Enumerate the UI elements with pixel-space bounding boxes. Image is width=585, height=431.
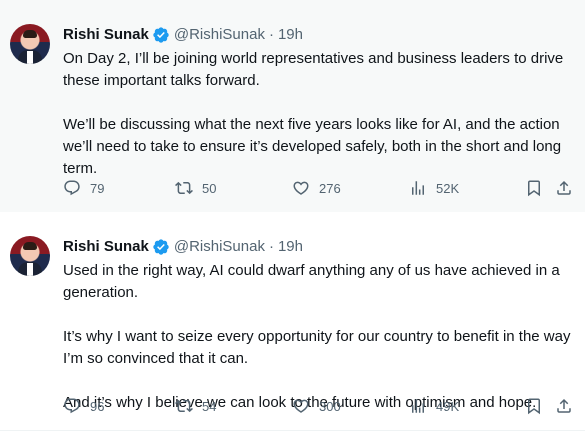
views-button[interactable]: 49K [409,396,459,416]
timestamp[interactable]: 19h [278,237,303,257]
reply-button[interactable]: 79 [63,178,104,198]
heart-icon [292,179,310,197]
avatar[interactable] [10,24,50,64]
share-button[interactable] [555,178,573,198]
action-bar: 96 54 300 49K [63,396,578,416]
bookmark-button[interactable] [525,178,543,198]
tweet[interactable]: Rishi Sunak @RishiSunak · 19h Used in th… [0,212,585,431]
separator-dot: · [268,26,274,43]
author-handle[interactable]: @RishiSunak [174,25,265,45]
like-button[interactable]: 276 [292,178,341,198]
action-bar: 79 50 276 52K [63,178,578,198]
author-handle[interactable]: @RishiSunak [174,237,265,257]
reply-icon [63,179,81,197]
reply-count: 96 [90,398,105,414]
like-count: 276 [319,180,341,196]
share-icon [555,397,573,415]
bookmark-icon [525,179,543,197]
reply-icon [63,397,81,415]
share-icon [555,179,573,197]
verified-badge-icon[interactable] [152,26,170,44]
author-name[interactable]: Rishi Sunak [63,237,149,257]
separator-dot: · [268,238,274,255]
repost-icon [175,179,193,197]
repost-button[interactable]: 50 [175,178,216,198]
timestamp[interactable]: 19h [278,25,303,45]
like-button[interactable]: 300 [292,396,341,416]
views-chart-icon [409,179,427,197]
tweet-paragraph: We’ll be discussing what the next five y… [63,116,562,177]
tweet-paragraph: Used in the right way, AI could dwarf an… [63,262,560,301]
views-button[interactable]: 52K [409,178,459,198]
views-chart-icon [409,397,427,415]
repost-icon [175,397,193,415]
verified-badge-icon[interactable] [152,238,170,256]
tweet-feed: Rishi Sunak @RishiSunak · 19h On Day 2, … [0,0,585,431]
view-count: 52K [436,180,460,196]
like-count: 300 [319,398,341,414]
tweet[interactable]: Rishi Sunak @RishiSunak · 19h On Day 2, … [0,0,585,213]
view-count: 49K [436,398,460,414]
bookmark-icon [525,397,543,415]
avatar[interactable] [10,236,50,276]
share-button[interactable] [555,396,573,416]
reply-button[interactable]: 96 [63,396,104,416]
tweet-text: On Day 2, I’ll be joining world represen… [63,48,578,180]
repost-button[interactable]: 54 [175,396,216,416]
repost-count: 50 [202,180,217,196]
reply-count: 79 [90,180,105,196]
tweet-paragraph: It’s why I want to seize every opportuni… [63,328,571,367]
tweet-header: Rishi Sunak @RishiSunak · 19h [63,25,303,45]
author-name[interactable]: Rishi Sunak [63,25,149,45]
heart-icon [292,397,310,415]
bookmark-button[interactable] [525,396,543,416]
tweet-paragraph: On Day 2, I’ll be joining world represen… [63,50,564,89]
repost-count: 54 [202,398,217,414]
tweet-text: Used in the right way, AI could dwarf an… [63,260,578,414]
tweet-header: Rishi Sunak @RishiSunak · 19h [63,237,303,257]
